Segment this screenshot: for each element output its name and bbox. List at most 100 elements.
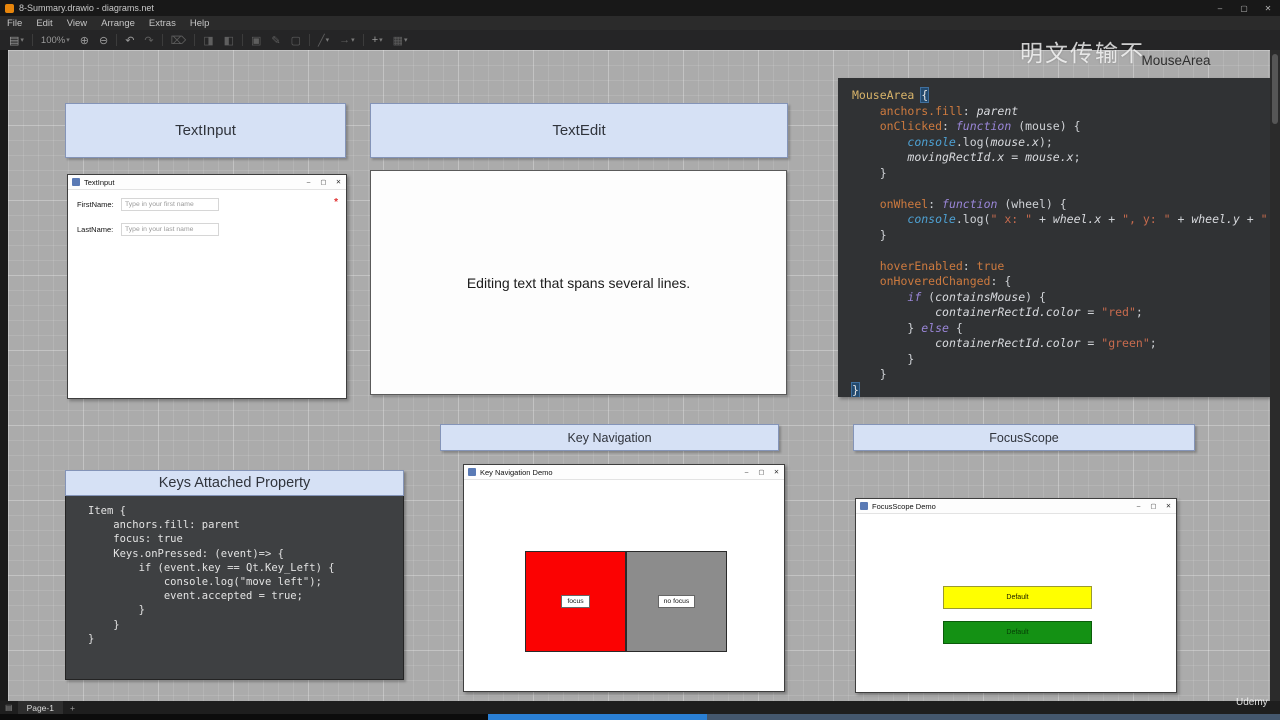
lastname-input[interactable] [121,223,219,236]
brand-watermark: Udemy [1236,697,1268,708]
page-tabs-bar: ▤ Page-1 + [0,701,1280,714]
nofocus-rect-label: no focus [657,595,696,608]
minimize-button[interactable]: – [301,175,316,189]
to-front-button[interactable]: ◨ [198,34,218,47]
textinput-window-content: FirstName: LastName: * [68,190,346,398]
minimize-button[interactable]: – [1131,499,1146,513]
keynav-window-titlebar: Key Navigation Demo – ▢ ✕ [464,465,784,480]
textedit-header-shape[interactable]: TextEdit [370,103,788,158]
toolbar-separator [194,34,196,46]
titlebar: 8-Summary.drawio - diagrams.net – ▢ ✕ [0,0,1280,16]
maximize-button[interactable]: ▢ [1232,0,1256,16]
table-icon: ▦ [392,34,404,47]
keynav-demo-window[interactable]: Key Navigation Demo – ▢ ✕ focus no focus [463,464,785,692]
arrow-style-button[interactable]: → ▾ [334,34,360,46]
page-tab-1[interactable]: Page-1 [17,701,63,714]
undo-icon: ↶ [125,34,135,47]
textedit-example-shape[interactable]: Editing text that spans several lines. [370,170,787,395]
delete-icon: ⌦ [170,34,187,47]
undo-button[interactable]: ↶ [120,34,139,47]
diagram-canvas[interactable]: TextInput TextEdit Key Navigation FocusS… [8,50,1270,701]
redo-icon: ↷ [144,34,154,47]
shadow-button[interactable]: ▢ [286,34,306,47]
vertical-scrollbar-thumb[interactable] [1272,54,1278,124]
textedit-example-text: Editing text that spans several lines. [466,274,691,291]
minimize-button[interactable]: – [739,465,754,479]
required-marker: * [334,197,338,208]
video-progress-played [488,714,707,720]
zoom-out-button[interactable]: ⊖ [94,34,113,47]
zoom-out-icon: ⊖ [98,34,109,47]
textinput-demo-window[interactable]: TextInput – ▢ ✕ FirstName: LastName: * [67,174,347,399]
connection-style-button[interactable]: ╱ ▾ [313,34,334,47]
firstname-input[interactable] [121,198,219,211]
lastname-row: LastName: [77,223,219,236]
close-button[interactable]: ✕ [1256,0,1280,16]
view-dropdown-button[interactable]: ▤ ▾ [4,34,29,47]
menu-arrange[interactable]: Arrange [94,16,142,30]
mousearea-code-block[interactable]: MouseArea { anchors.fill: parent onClick… [838,78,1270,397]
minimize-button[interactable]: – [1208,0,1232,16]
fill-color-button[interactable]: ▣ [246,34,266,47]
menu-edit[interactable]: Edit [29,16,59,30]
default-button-green[interactable]: Default [943,621,1092,644]
pages-overview-icon[interactable]: ▤ [0,703,18,712]
maximize-button[interactable]: ▢ [754,465,769,479]
firstname-row: FirstName: [77,198,219,211]
fill-color-icon: ▣ [251,34,262,47]
pencil-icon: ✎ [271,34,281,47]
chevron-down-icon: ▾ [66,37,70,44]
keys-code-block[interactable]: Item { anchors.fill: parent focus: true … [65,496,404,680]
focus-rect[interactable]: focus [525,551,626,652]
window-title: 8-Summary.drawio - diagrams.net [19,3,154,13]
focusscope-window-content: Default Default [856,514,1176,692]
chevron-down-icon: ▾ [379,37,383,44]
delete-button[interactable]: ⌦ [166,34,192,47]
toolbar-separator [242,34,243,46]
menu-view[interactable]: View [60,16,94,30]
menu-extras[interactable]: Extras [142,16,183,30]
to-front-icon: ◨ [203,34,214,47]
shadow-icon: ▢ [290,34,302,47]
menu-help[interactable]: Help [183,16,217,30]
toolbar-separator [31,34,33,46]
video-progress-bar[interactable] [0,714,1280,720]
close-button[interactable]: ✕ [1161,499,1176,513]
keynav-window-controls: – ▢ ✕ [739,465,784,479]
textinput-window-title: TextInput [84,177,115,187]
close-button[interactable]: ✕ [331,175,346,189]
redo-button[interactable]: ↷ [139,34,158,47]
collapsed-left-panel [0,50,8,701]
table-button[interactable]: ▦ ▾ [388,34,413,47]
chevron-down-icon: ▾ [20,37,24,44]
close-button[interactable]: ✕ [769,465,784,479]
nofocus-rect[interactable]: no focus [626,551,727,652]
default-button-yellow[interactable]: Default [943,586,1092,609]
window-app-icon [468,468,476,476]
menu-file[interactable]: File [0,16,29,30]
window-app-icon [860,502,868,510]
toolbar-separator [161,34,163,46]
textinput-header-shape[interactable]: TextInput [65,103,346,158]
toolbar-separator [362,34,364,46]
line-color-button[interactable]: ✎ [266,34,285,47]
keynav-header-shape[interactable]: Key Navigation [440,424,779,451]
vertical-scrollbar[interactable] [1270,50,1280,701]
maximize-button[interactable]: ▢ [316,175,331,189]
chevron-down-icon: ▾ [404,37,408,44]
add-page-button[interactable]: + [63,703,82,713]
to-back-button[interactable]: ◧ [219,34,239,47]
focusscope-window-titlebar: FocusScope Demo – ▢ ✕ [856,499,1176,514]
zoom-level-dropdown[interactable]: 100% ▾ [36,35,75,46]
keys-attached-property-shape[interactable]: Keys Attached Property Item { anchors.fi… [65,470,404,680]
toolbar-separator [116,34,118,46]
focusscope-demo-window[interactable]: FocusScope Demo – ▢ ✕ Default Default [855,498,1177,693]
textinput-header-label: TextInput [175,122,236,139]
window-app-icon [72,178,80,186]
zoom-in-button[interactable]: ⊕ [75,34,94,47]
focusscope-header-label: FocusScope [989,430,1059,445]
maximize-button[interactable]: ▢ [1146,499,1161,513]
menubar: File Edit View Arrange Extras Help [0,16,1280,30]
insert-button[interactable]: + ▾ [367,34,388,46]
focusscope-header-shape[interactable]: FocusScope [853,424,1195,451]
